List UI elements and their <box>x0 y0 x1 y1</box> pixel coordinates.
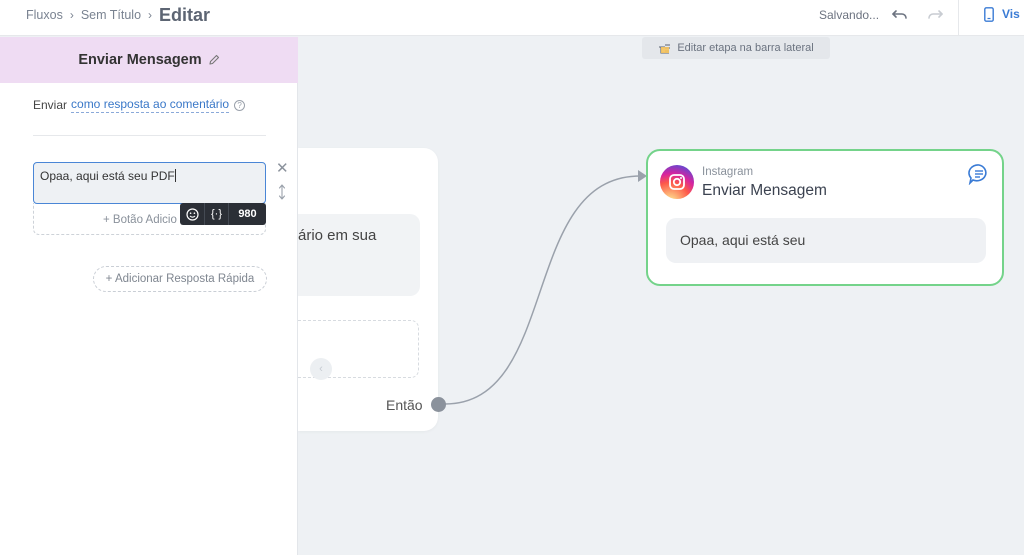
instagram-step-card[interactable]: Instagram Enviar Mensagem Opaa, aqui est… <box>646 149 1004 286</box>
chevron-left-icon[interactable]: ‹ <box>310 358 332 380</box>
message-input-value: Opaa, aqui está seu PDF <box>40 169 175 183</box>
pointing-hand-icon <box>659 44 671 54</box>
previous-step-card[interactable]: ário em sua ‹ Então <box>298 148 438 431</box>
message-fragment: ário em sua <box>298 227 377 244</box>
pencil-icon[interactable] <box>208 54 220 66</box>
variables-button[interactable]: {·} <box>204 203 228 225</box>
help-icon[interactable]: ? <box>234 99 246 111</box>
drag-handle-icon[interactable] <box>278 184 286 200</box>
connector-handle[interactable] <box>431 397 446 412</box>
hint-text: Editar etapa na barra lateral <box>677 42 814 54</box>
sidebar-hint: Editar etapa na barra lateral <box>642 37 830 59</box>
message-input[interactable]: Opaa, aqui está seu PDF <box>33 162 266 204</box>
emoji-icon[interactable] <box>180 203 204 225</box>
sidebar: Enviar Mensagem Enviar como resposta ao … <box>0 37 298 555</box>
step-title: Enviar Mensagem <box>702 182 827 199</box>
then-label: Então <box>386 397 423 413</box>
send-mode-link[interactable]: como resposta ao comentário <box>71 97 230 113</box>
input-toolbar: {·} 980 <box>180 203 266 225</box>
sidebar-title[interactable]: Enviar Mensagem <box>78 52 201 68</box>
send-prefix: Enviar <box>33 98 68 112</box>
send-mode-row: Enviar como resposta ao comentário ? <box>33 97 246 113</box>
add-quick-reply-button[interactable]: + Adicionar Resposta Rápida <box>93 266 267 292</box>
instagram-icon <box>660 165 694 199</box>
text-caret <box>174 169 176 182</box>
char-counter: 980 <box>228 203 266 225</box>
sidebar-header: Enviar Mensagem <box>0 37 298 83</box>
add-button-label[interactable]: + Botão Adicio <box>103 214 177 226</box>
divider <box>33 135 266 136</box>
platform-label: Instagram <box>702 166 754 178</box>
close-icon[interactable]: ✕ <box>276 159 289 177</box>
message-preview: Opaa, aqui está seu <box>666 218 986 263</box>
chat-bubble-icon[interactable] <box>968 163 990 185</box>
